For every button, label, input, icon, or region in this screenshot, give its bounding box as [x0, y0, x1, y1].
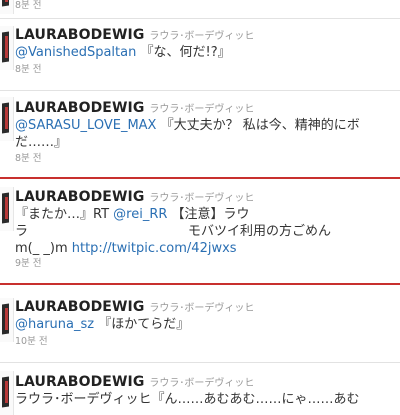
tweet-text-line: m(_ _)m http://twitpic.com/42jwxs: [15, 241, 237, 256]
mention-link[interactable]: @VanishedSpaltan: [15, 45, 136, 60]
screen-name[interactable]: LAURABODEWIG: [15, 100, 144, 116]
avatar[interactable]: [0, 371, 14, 415]
full-name: ラウラ･ボーデヴィッヒ: [149, 303, 255, 314]
tweet-text: @VanishedSpaltan 『な、何だ!?』: [15, 45, 231, 60]
screen-name[interactable]: LAURABODEWIG: [15, 299, 144, 315]
avatar[interactable]: [0, 298, 14, 342]
full-name: ラウラ･ボーデヴィッヒ: [149, 378, 255, 389]
mention-link[interactable]: @rei_RR: [113, 207, 167, 222]
avatar[interactable]: [0, 26, 14, 70]
full-name: ラウラ･ボーデヴィッヒ: [149, 193, 255, 204]
tweet-item: LAURABODEWIG ラウラ･ボーデヴィッヒ @SARASU_LOVE_MAX…: [0, 91, 400, 175]
tweet-timestamp[interactable]: 8분 전: [15, 0, 400, 12]
screen-name[interactable]: LAURABODEWIG: [15, 27, 144, 43]
tweet-timestamp[interactable]: 8분 전: [15, 64, 400, 76]
avatar[interactable]: [0, 97, 14, 141]
avatar[interactable]: [0, 187, 14, 231]
tweet-timestamp[interactable]: 9분 전: [15, 258, 400, 270]
tweet-item: LAURABODEWIG ラウラ･ボーデヴィッヒ @VanishedSpaltan…: [0, 20, 400, 90]
mention-link[interactable]: @haruna_sz: [15, 317, 94, 332]
tweet-timestamp[interactable]: 8분 전: [15, 153, 400, 165]
tweet-text-line: だ……』: [15, 135, 68, 150]
screen-name[interactable]: LAURABODEWIG: [15, 189, 144, 205]
full-name: ラウラ･ボーデヴィッヒ: [149, 31, 255, 42]
tweet-item: 8분 전: [0, 0, 400, 14]
tweet-text: 『またか…』RT @rei_RR 【注意】ラウ: [15, 207, 250, 222]
tweet-timestamp[interactable]: 10분 전: [15, 336, 400, 348]
url-link[interactable]: http://twitpic.com/42jwxs: [72, 241, 237, 256]
tweet-timeline: 8분 전 LAURABODEWIG ラウラ･ボーデヴィッヒ @VanishedSp…: [0, 0, 400, 415]
tweet-item: LAURABODEWIG ラウラ･ボーデヴィッヒ ラウラ･ボーデヴィッヒ『ん……あ…: [0, 363, 400, 415]
full-name: ラウラ･ボーデヴィッヒ: [149, 104, 255, 115]
screen-name[interactable]: LAURABODEWIG: [15, 374, 144, 390]
tweet-text: @haruna_sz 『ほかてらだ』: [15, 317, 190, 332]
tweet-text: @SARASU_LOVE_MAX 『大丈夫か？ 私は今、精神的にボ: [15, 118, 360, 133]
mention-link[interactable]: @SARASU_LOVE_MAX: [15, 118, 156, 133]
tweet-item-highlighted: LAURABODEWIG ラウラ･ボーデヴィッヒ 『またか…』RT @rei_RR…: [0, 177, 400, 285]
avatar[interactable]: [0, 0, 14, 14]
tweet-item: LAURABODEWIG ラウラ･ボーデヴィッヒ @haruna_sz 『ほかてら…: [0, 296, 400, 360]
separator: [0, 18, 400, 19]
tweet-text-line: ラモバツイ利用の方ごめん: [15, 224, 332, 239]
